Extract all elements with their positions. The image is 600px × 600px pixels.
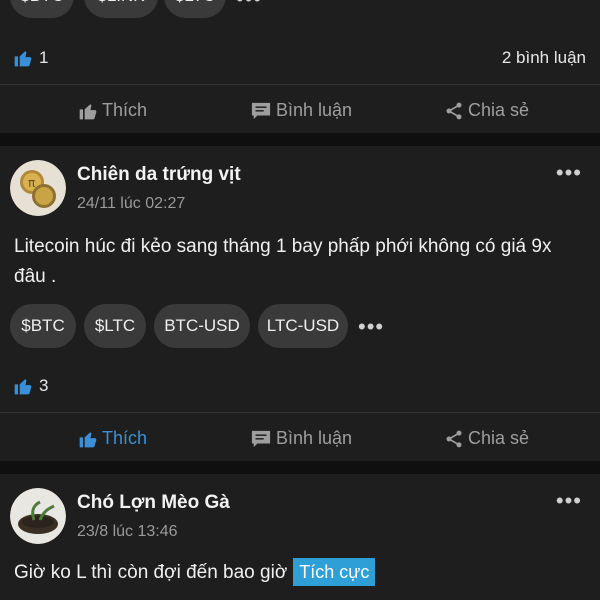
like-count[interactable]: 3: [13, 376, 48, 396]
sentiment-badge: Tích cực: [293, 558, 376, 586]
share-button[interactable]: Chia sẻ: [444, 428, 529, 449]
comment-icon: [251, 430, 271, 447]
tag-chip[interactable]: $BTC: [10, 0, 74, 18]
thumbs-up-icon: [14, 51, 32, 67]
comment-button-label: Bình luận: [276, 100, 353, 120]
comment-button[interactable]: Bình luận: [250, 100, 352, 121]
comment-count[interactable]: 2 bình luận: [502, 48, 586, 68]
post-card-1: $BTC $LINK $LTC ••• 1 2 bình luận Thích …: [0, 0, 600, 133]
share-button-label: Chia sẻ: [468, 100, 530, 120]
comment-button[interactable]: Bình luận: [250, 428, 352, 449]
divider: [0, 412, 600, 413]
like-button[interactable]: Thích: [78, 428, 147, 449]
post-time: 24/11 lúc 02:27: [77, 195, 186, 212]
divider: [0, 84, 600, 85]
post-card-3: Chó Lợn Mèo Gà 23/8 lúc 13:46 ••• Giờ ko…: [0, 474, 600, 600]
share-icon: [446, 102, 462, 119]
thumbs-up-icon: [79, 103, 97, 119]
share-button-label: Chia sẻ: [468, 428, 530, 448]
author-name[interactable]: Chiên da trứng vịt: [77, 164, 241, 186]
like-count-value: 3: [39, 376, 49, 395]
like-button[interactable]: Thích: [78, 100, 147, 121]
like-count-value: 1: [39, 48, 49, 67]
comment-button-label: Bình luận: [276, 428, 353, 448]
share-icon: [446, 430, 462, 447]
like-count[interactable]: 1: [13, 48, 48, 68]
thumbs-up-icon: [14, 379, 32, 395]
tag-chip[interactable]: $BTC: [10, 304, 76, 348]
post-text-row: Giờ ko L thì còn đợi đến bao giờ Tích cực: [14, 558, 584, 588]
avatar[interactable]: [10, 488, 66, 544]
post-time: 23/8 lúc 13:46: [77, 523, 178, 540]
like-button-label: Thích: [102, 100, 148, 120]
post-options-icon[interactable]: •••: [556, 488, 582, 514]
tag-chip[interactable]: $LTC: [84, 304, 146, 348]
thumbs-up-icon: [79, 431, 97, 447]
comment-icon: [251, 102, 271, 119]
post-text: Litecoin húc đi kẻo sang tháng 1 bay phấ…: [14, 236, 552, 287]
post-options-icon[interactable]: •••: [556, 160, 582, 186]
tag-chip[interactable]: $LTC: [164, 0, 226, 18]
post-card-2: π Chiên da trứng vịt 24/11 lúc 02:27 •••…: [0, 146, 600, 461]
tag-chip[interactable]: $LINK: [84, 0, 158, 18]
avatar[interactable]: π: [10, 160, 66, 216]
share-button[interactable]: Chia sẻ: [444, 100, 529, 121]
svg-text:π: π: [28, 176, 35, 190]
tag-chip[interactable]: LTC-USD: [258, 304, 348, 348]
more-tags-icon[interactable]: •••: [358, 314, 384, 340]
post-text: Giờ ko L thì còn đợi đến bao giờ: [14, 562, 288, 583]
author-name[interactable]: Chó Lợn Mèo Gà: [77, 492, 230, 514]
tag-chip[interactable]: BTC-USD: [154, 304, 250, 348]
like-button-label: Thích: [102, 428, 148, 448]
more-tags-icon[interactable]: •••: [236, 0, 262, 12]
